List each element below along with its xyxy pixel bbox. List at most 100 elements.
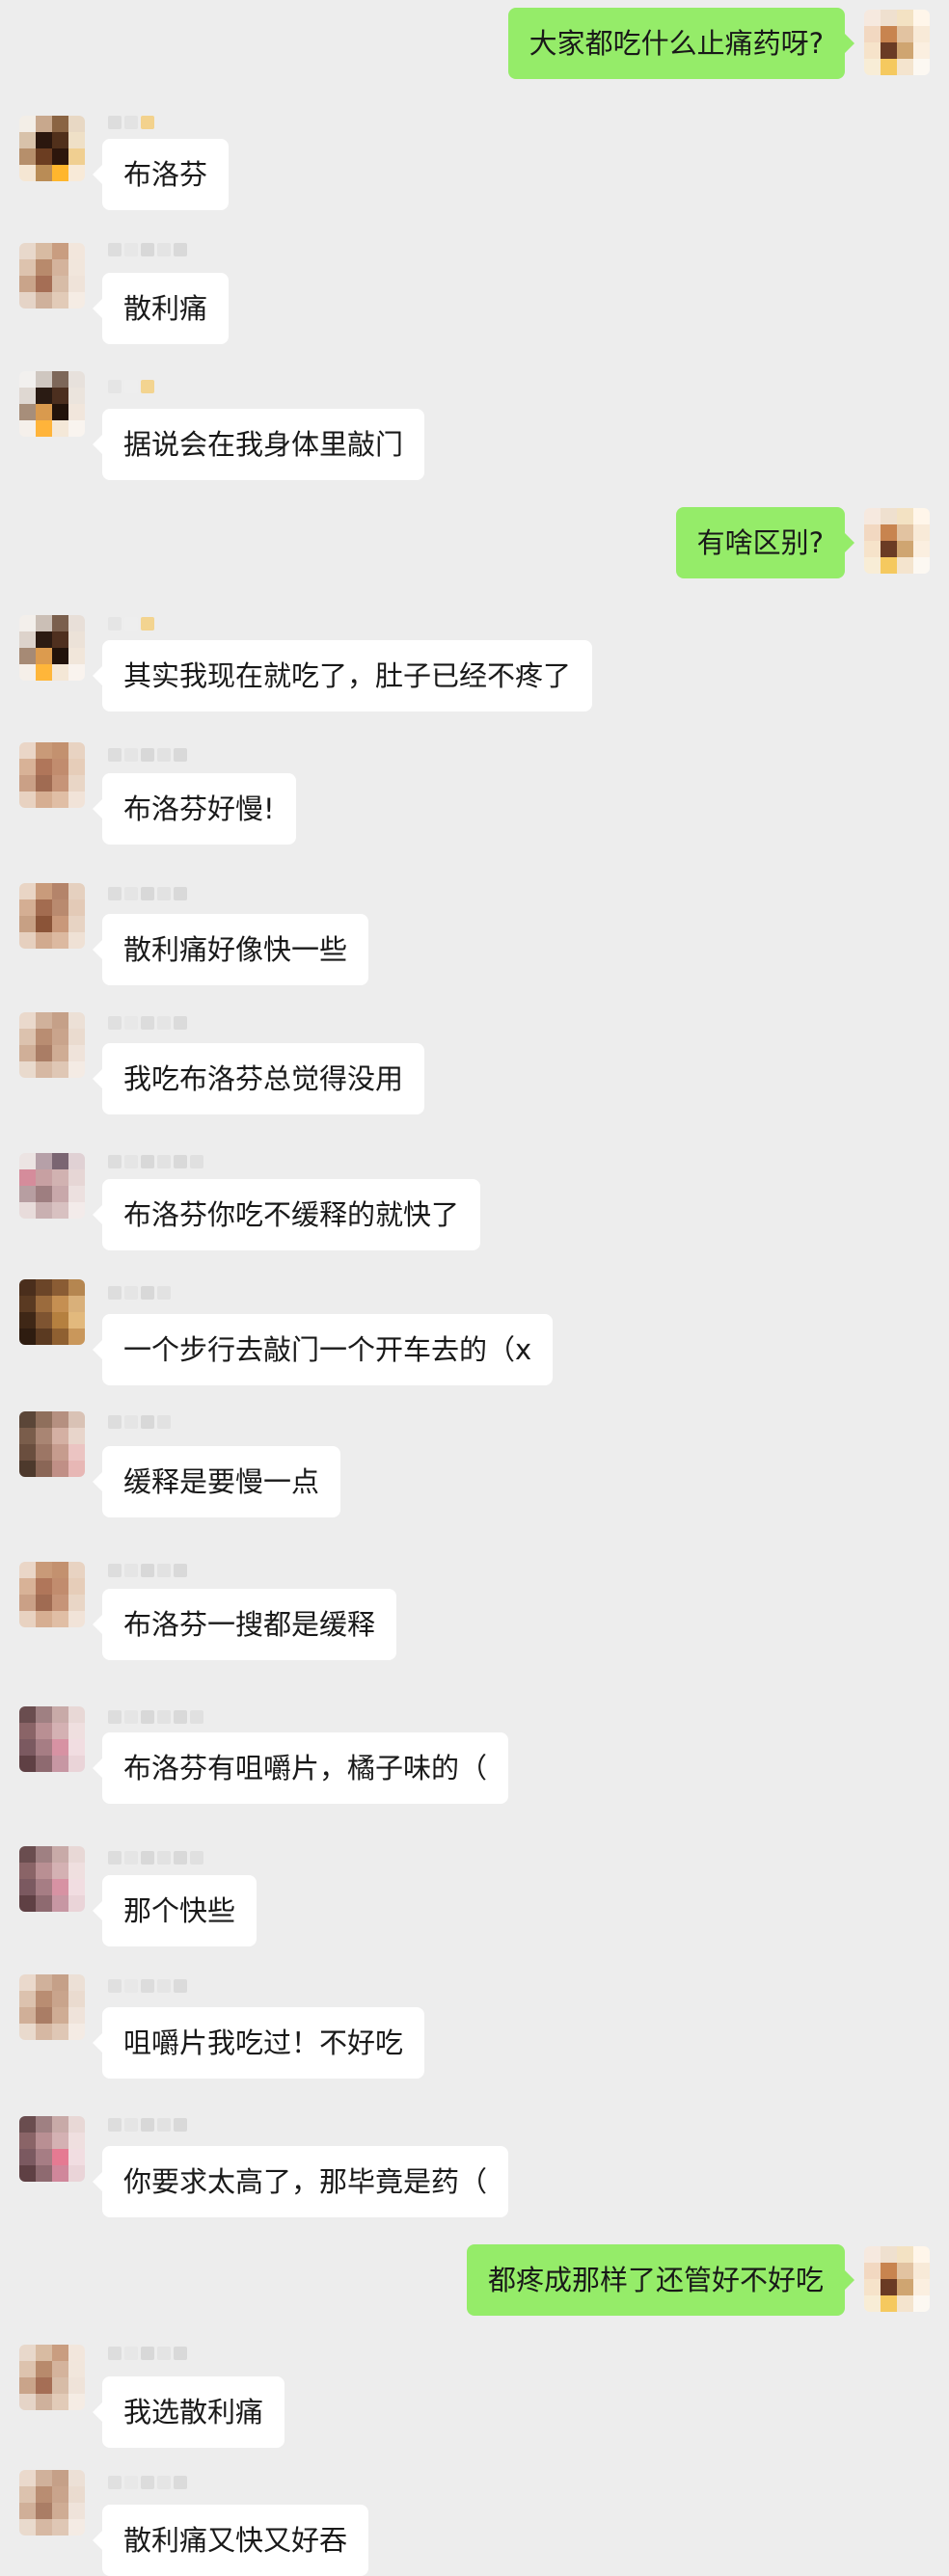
name-pixel <box>124 1016 138 1030</box>
name-pixel <box>174 1016 187 1030</box>
incoming-message-bubble[interactable]: 散利痛又快又好吞 <box>92 2505 369 2576</box>
incoming-message-bubble[interactable]: 那个快些 <box>92 1875 258 1946</box>
name-pixel <box>141 1710 154 1724</box>
contact-avatar-image <box>19 1562 85 1627</box>
incoming-message-bubble[interactable]: 据说会在我身体里敲门 <box>92 409 425 480</box>
contact-avatar[interactable] <box>19 883 85 949</box>
contact-avatar-image <box>19 742 85 808</box>
incoming-message-bubble[interactable]: 布洛芬一搜都是缓释 <box>92 1589 397 1660</box>
incoming-message-bubble[interactable]: 一个步行去敲门一个开车去的（x <box>92 1314 554 1385</box>
contact-avatar[interactable] <box>19 1846 85 1912</box>
sender-name-blurred <box>108 114 154 131</box>
contact-avatar-image <box>19 1706 85 1772</box>
name-pixel <box>157 887 171 900</box>
contact-avatar[interactable] <box>19 1562 85 1627</box>
name-pixel <box>174 1155 187 1168</box>
name-pixel <box>108 2118 122 2132</box>
contact-avatar[interactable] <box>19 1153 85 1219</box>
incoming-message-bubble[interactable]: 你要求太高了，那毕竟是药（ <box>92 2146 509 2217</box>
sender-name-blurred <box>108 1977 187 1995</box>
name-pixel <box>124 2118 138 2132</box>
name-pixel <box>157 1710 171 1724</box>
incoming-message-bubble[interactable]: 我选散利痛 <box>92 2376 285 2448</box>
contact-avatar-image <box>19 2470 85 2536</box>
contact-avatar[interactable] <box>19 742 85 808</box>
contact-avatar[interactable] <box>19 1279 85 1345</box>
name-pixel <box>124 2476 138 2489</box>
name-pixel <box>157 2118 171 2132</box>
name-pixel <box>108 243 122 256</box>
contact-avatar[interactable] <box>19 2470 85 2536</box>
contact-avatar[interactable] <box>19 116 85 181</box>
sender-name-blurred <box>108 1014 187 1032</box>
sender-name-blurred <box>108 885 187 902</box>
contact-avatar[interactable] <box>19 243 85 309</box>
name-pixel <box>141 748 154 762</box>
contact-avatar-image <box>19 883 85 949</box>
name-pixel <box>124 1155 138 1168</box>
sender-name-blurred <box>108 2345 187 2362</box>
name-pixel <box>108 1979 122 1993</box>
name-pixel <box>108 1415 122 1429</box>
self-avatar[interactable] <box>864 10 930 75</box>
incoming-message-bubble[interactable]: 布洛芬 <box>92 139 230 210</box>
name-pixel <box>141 380 154 393</box>
contact-avatar[interactable] <box>19 1411 85 1477</box>
name-pixel <box>108 887 122 900</box>
sender-name-blurred <box>108 2474 187 2491</box>
self-avatar-image <box>864 10 930 75</box>
contact-avatar[interactable] <box>19 2345 85 2410</box>
self-avatar[interactable] <box>864 2246 930 2312</box>
self-avatar[interactable] <box>864 508 930 574</box>
self-avatar-image <box>864 508 930 574</box>
contact-avatar[interactable] <box>19 1012 85 1078</box>
incoming-message-bubble[interactable]: 布洛芬好慢! <box>93 773 296 845</box>
contact-avatar[interactable] <box>19 615 85 681</box>
sender-name-blurred <box>108 1413 171 1431</box>
name-pixel <box>157 748 171 762</box>
incoming-message-bubble[interactable]: 我吃布洛芬总觉得没用 <box>92 1043 425 1114</box>
name-pixel <box>108 617 122 631</box>
contact-avatar[interactable] <box>19 371 85 437</box>
contact-avatar-image <box>19 1411 85 1477</box>
self-avatar-image <box>864 2246 930 2312</box>
name-pixel <box>141 1564 154 1577</box>
incoming-message-bubble[interactable]: 其实我现在就吃了，肚子已经不疼了 <box>92 640 593 711</box>
name-pixel <box>190 1710 203 1724</box>
name-pixel <box>124 1564 138 1577</box>
contact-avatar-image <box>19 1153 85 1219</box>
sender-name-blurred <box>108 1708 203 1726</box>
contact-avatar[interactable] <box>19 1706 85 1772</box>
sender-name-blurred <box>108 1562 187 1579</box>
outgoing-message-bubble[interactable]: 有啥区别? <box>675 507 855 578</box>
incoming-message-bubble[interactable]: 咀嚼片我吃过！不好吃 <box>92 2007 425 2079</box>
name-pixel <box>108 380 122 393</box>
sender-name-blurred <box>108 241 187 258</box>
name-pixel <box>174 2118 187 2132</box>
name-pixel <box>157 1851 171 1865</box>
name-pixel <box>108 2476 122 2489</box>
contact-avatar[interactable] <box>19 1974 85 2040</box>
incoming-message-bubble[interactable]: 散利痛好像快一些 <box>92 914 369 985</box>
name-pixel <box>190 1851 203 1865</box>
incoming-message-bubble[interactable]: 散利痛 <box>92 273 230 344</box>
name-pixel <box>108 1564 122 1577</box>
name-pixel <box>141 1979 154 1993</box>
outgoing-message-bubble[interactable]: 大家都吃什么止痛药呀? <box>507 8 855 79</box>
incoming-message-bubble[interactable]: 缓释是要慢一点 <box>92 1446 341 1517</box>
name-pixel <box>108 1155 122 1168</box>
contact-avatar-image <box>19 2345 85 2410</box>
incoming-message-bubble[interactable]: 布洛芬你吃不缓释的就快了 <box>92 1179 481 1250</box>
name-pixel <box>124 617 138 631</box>
contact-avatar-image <box>19 116 85 181</box>
incoming-message-bubble[interactable]: 布洛芬有咀嚼片，橘子味的（ <box>92 1732 509 1804</box>
name-pixel <box>141 1851 154 1865</box>
chat-message-list: 大家都吃什么止痛药呀? 布洛芬 散利痛 据说会在我身体里敲门 有啥区别? 其实我… <box>0 0 949 2576</box>
name-pixel <box>157 1155 171 1168</box>
name-pixel <box>141 1155 154 1168</box>
name-pixel <box>108 2347 122 2360</box>
name-pixel <box>108 1710 122 1724</box>
outgoing-message-bubble[interactable]: 都疼成那样了还管好不好吃 <box>466 2244 855 2316</box>
name-pixel <box>124 116 138 129</box>
contact-avatar[interactable] <box>19 2116 85 2182</box>
